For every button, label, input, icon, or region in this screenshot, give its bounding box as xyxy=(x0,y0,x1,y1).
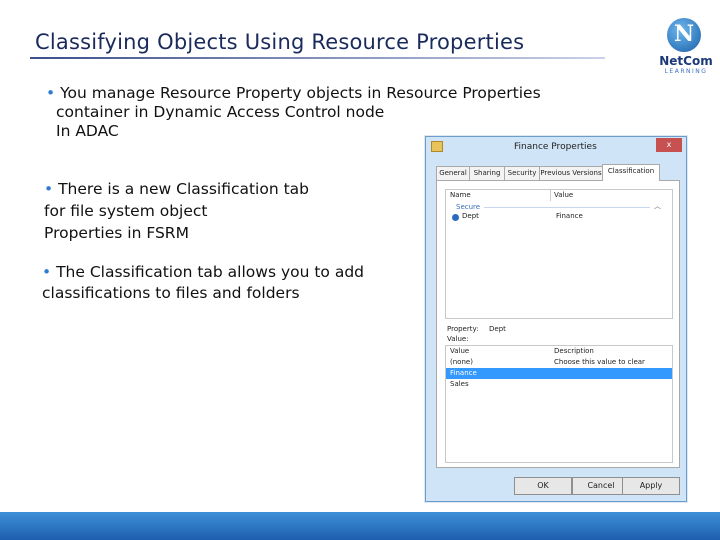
bullet-2-line-3: Properties in FSRM xyxy=(44,224,189,242)
tab-strip: General Sharing Security Previous Versio… xyxy=(436,164,680,181)
values-header: Value Description xyxy=(446,346,672,357)
title-underline xyxy=(30,57,605,59)
group-header-label[interactable]: Secure xyxy=(456,203,480,211)
bullet-2-line-2: for file system object xyxy=(44,202,208,220)
logo-sub: LEARNING xyxy=(664,68,708,75)
tab-previous-versions[interactable]: Previous Versions xyxy=(539,166,603,180)
apply-button[interactable]: Apply xyxy=(622,477,680,495)
bullet-2: • There is a new Classification tab for … xyxy=(44,178,309,244)
value-cell: Sales xyxy=(450,380,469,388)
properties-dialog: Finance Properties x General Sharing Sec… xyxy=(425,136,687,502)
column-header-name[interactable]: Name xyxy=(450,190,471,201)
folder-icon xyxy=(431,141,443,152)
description-cell: Choose this value to clear xyxy=(554,358,645,366)
tab-general[interactable]: General xyxy=(436,166,470,180)
tab-security[interactable]: Security xyxy=(504,166,540,180)
bullet-1-line-3: In ADAC xyxy=(56,122,119,140)
property-value[interactable]: Finance xyxy=(556,212,583,220)
property-name[interactable]: Dept xyxy=(462,212,479,220)
bullet-2-line-1: There is a new Classification tab xyxy=(58,180,310,198)
bullet-1-line-2: container in Dynamic Access Control node xyxy=(56,103,385,121)
value-cell: (none) xyxy=(450,358,473,366)
dialog-title: Finance Properties xyxy=(514,142,597,152)
chevron-up-icon[interactable]: ︿ xyxy=(654,201,661,211)
netcom-logo: N NetCom LEARNING xyxy=(655,18,720,78)
property-label: Property: xyxy=(447,325,479,333)
tab-sharing[interactable]: Sharing xyxy=(469,166,505,180)
column-header-description[interactable]: Description xyxy=(554,346,670,357)
property-current: Dept xyxy=(489,325,506,333)
property-icon xyxy=(452,214,459,221)
close-button[interactable]: x xyxy=(656,138,682,152)
bullet-3: • The Classification tab allows you to a… xyxy=(42,262,364,304)
properties-list[interactable]: Name Value Secure ︿ Dept Finance xyxy=(445,189,673,319)
value-cell: Finance xyxy=(450,369,477,377)
column-header-value[interactable]: Value xyxy=(450,346,469,357)
group-divider xyxy=(484,207,650,208)
logo-name: NetCom xyxy=(659,54,713,68)
values-list[interactable]: Value Description (none) Choose this val… xyxy=(445,345,673,463)
value-row-finance[interactable]: Finance xyxy=(446,368,672,379)
column-header-value[interactable]: Value xyxy=(554,190,573,201)
bullet-dot: • xyxy=(42,263,52,281)
bullet-1-line-1: You manage Resource Property objects in … xyxy=(60,84,541,102)
footer-bar xyxy=(0,512,720,540)
bullet-dot: • xyxy=(44,180,54,198)
value-row-sales[interactable]: Sales xyxy=(446,379,672,390)
classification-panel: Name Value Secure ︿ Dept Finance Propert… xyxy=(436,180,680,468)
bullet-1: • You manage Resource Property objects i… xyxy=(46,84,541,141)
slide-title: Classifying Objects Using Resource Prope… xyxy=(35,30,525,54)
tab-classification[interactable]: Classification xyxy=(602,164,660,181)
bullet-dot: • xyxy=(46,84,56,102)
bullet-3-line-2: classifications to files and folders xyxy=(42,284,300,302)
value-row-none[interactable]: (none) Choose this value to clear xyxy=(446,357,672,368)
column-separator xyxy=(550,190,551,201)
ok-button[interactable]: OK xyxy=(514,477,572,495)
value-label: Value: xyxy=(447,335,469,343)
logo-glyph: N xyxy=(673,21,695,47)
bullet-3-line-1: The Classification tab allows you to add xyxy=(56,263,365,281)
